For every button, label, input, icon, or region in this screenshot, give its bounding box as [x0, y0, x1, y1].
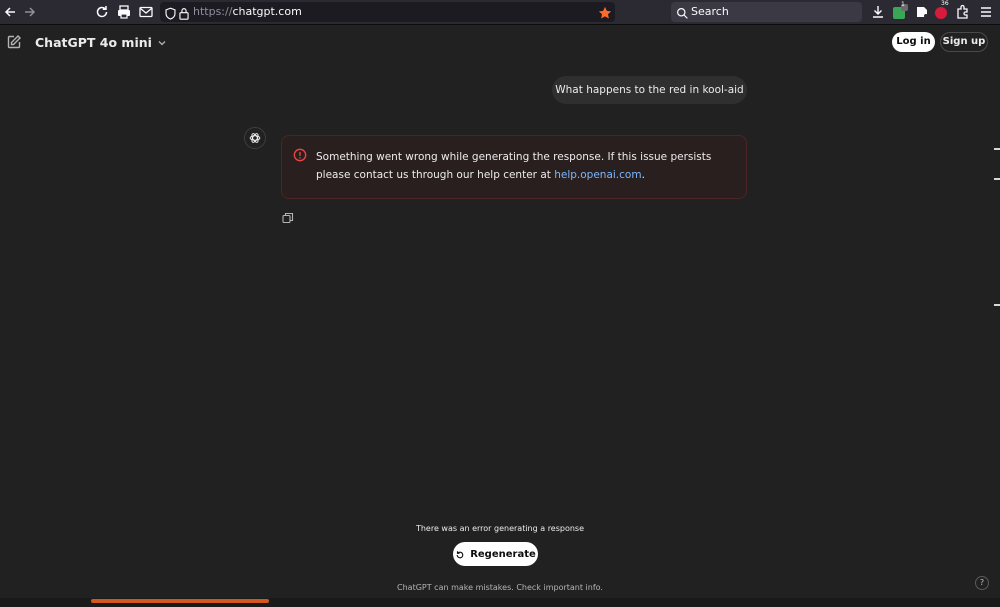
signup-button[interactable]: Sign up: [940, 32, 988, 52]
extension-badge: 1: [901, 1, 905, 8]
lock-icon[interactable]: [178, 5, 190, 24]
openai-logo-icon: [244, 127, 266, 149]
model-selector[interactable]: ChatGPT 4o mini: [35, 33, 167, 52]
error-message-box: Something went wrong while generating th…: [281, 135, 747, 199]
extensions-puzzle-icon[interactable]: [955, 4, 971, 20]
shield-icon[interactable]: [164, 5, 177, 24]
regenerate-button[interactable]: Regenerate: [453, 542, 538, 566]
extension-icon[interactable]: 1: [892, 1, 908, 20]
adblock-icon[interactable]: 36: [934, 0, 950, 20]
url-text[interactable]: https://chatgpt.com: [193, 5, 302, 18]
login-button[interactable]: Log in: [892, 32, 935, 52]
window-edge-mark: [994, 304, 1000, 306]
search-icon: [676, 5, 689, 24]
menu-icon[interactable]: [978, 4, 994, 20]
refresh-icon: [455, 545, 465, 564]
forward-button-icon[interactable]: [22, 4, 38, 20]
new-chat-icon[interactable]: [6, 34, 22, 50]
chevron-down-icon: [157, 33, 167, 52]
window-edge-mark: [994, 178, 1000, 180]
reload-icon[interactable]: [94, 4, 110, 20]
scroll-indicator: [91, 599, 269, 603]
bookmark-star-icon[interactable]: [598, 5, 612, 24]
back-button-icon[interactable]: [2, 4, 18, 20]
disclaimer-text: ChatGPT can make mistakes. Check importa…: [397, 583, 603, 592]
downloads-icon[interactable]: [870, 4, 886, 20]
regenerate-label: Regenerate: [470, 548, 536, 560]
address-bar[interactable]: https://chatgpt.com: [160, 2, 615, 22]
copy-icon[interactable]: [282, 209, 294, 224]
search-placeholder: Search: [691, 5, 729, 18]
browser-toolbar: https://chatgpt.com Search 1 36: [0, 0, 1000, 25]
print-icon[interactable]: [116, 4, 132, 20]
error-notice: There was an error generating a response: [415, 524, 585, 533]
user-message: What happens to the red in kool-aid: [552, 76, 747, 104]
model-name: ChatGPT 4o mini: [35, 35, 152, 50]
help-button[interactable]: ?: [975, 576, 989, 590]
search-bar[interactable]: Search: [671, 2, 862, 22]
help-center-link[interactable]: help.openai.com: [554, 169, 641, 181]
error-message-text: Something went wrong while generating th…: [316, 151, 712, 181]
window-edge-mark: [994, 148, 1000, 150]
puzzle-shield-icon[interactable]: [914, 4, 930, 20]
mail-icon[interactable]: [138, 4, 154, 20]
error-alert-icon: [293, 147, 307, 162]
adblock-badge: 36: [941, 0, 949, 7]
